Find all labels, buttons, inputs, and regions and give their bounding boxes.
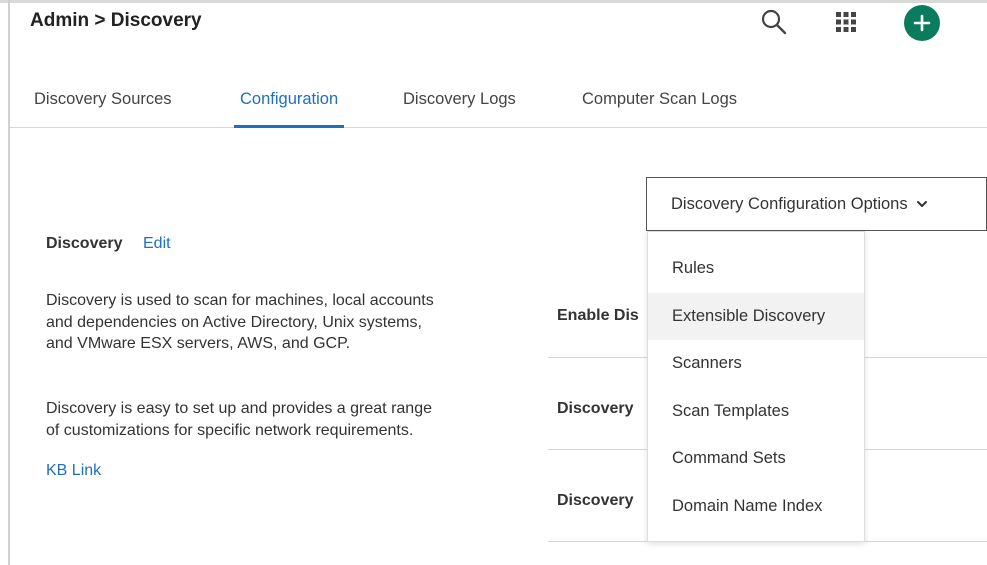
tab-discovery-sources[interactable]: Discovery Sources [34, 86, 172, 127]
tab-discovery-logs[interactable]: Discovery Logs [403, 86, 516, 127]
description-paragraph: Discovery is used to scan for machines, … [46, 292, 434, 352]
section-title: Discovery [46, 235, 123, 252]
menu-item-extensible-discovery[interactable]: Extensible Discovery [648, 292, 864, 340]
edit-link[interactable]: Edit [143, 235, 171, 253]
configuration-options-dropdown[interactable]: Discovery Configuration Options [646, 177, 987, 231]
apps-grid-icon[interactable] [834, 10, 858, 34]
add-button[interactable] [904, 5, 940, 41]
menu-item-domain-name-index[interactable]: Domain Name Index [648, 483, 864, 531]
menu-item-scan-templates[interactable]: Scan Templates [648, 388, 864, 436]
menu-item-command-sets[interactable]: Command Sets [648, 435, 864, 483]
setting-label-discovery: Discovery [557, 400, 634, 417]
search-icon[interactable] [760, 8, 788, 36]
tab-bar: Discovery Sources Configuration Discover… [10, 86, 987, 128]
chevron-down-icon [916, 198, 928, 210]
dropdown-label: Discovery Configuration Options [671, 194, 908, 213]
kb-link[interactable]: KB Link [46, 462, 101, 480]
menu-item-rules[interactable]: Rules [648, 245, 864, 293]
configuration-options-menu: Rules Extensible Discovery Scanners Scan… [647, 231, 865, 542]
description-paragraph: Discovery is easy to set up and provides… [46, 400, 432, 439]
menu-item-scanners[interactable]: Scanners [648, 340, 864, 388]
tab-configuration[interactable]: Configuration [233, 86, 345, 128]
add-icon [913, 14, 931, 32]
tab-computer-scan-logs[interactable]: Computer Scan Logs [582, 86, 737, 127]
setting-label-enable-discovery: Enable Dis [557, 307, 639, 324]
top-border [0, 0, 987, 3]
page-title: Admin > Discovery [30, 10, 202, 31]
left-border [8, 0, 10, 565]
setting-label-discovery: Discovery [557, 492, 634, 509]
